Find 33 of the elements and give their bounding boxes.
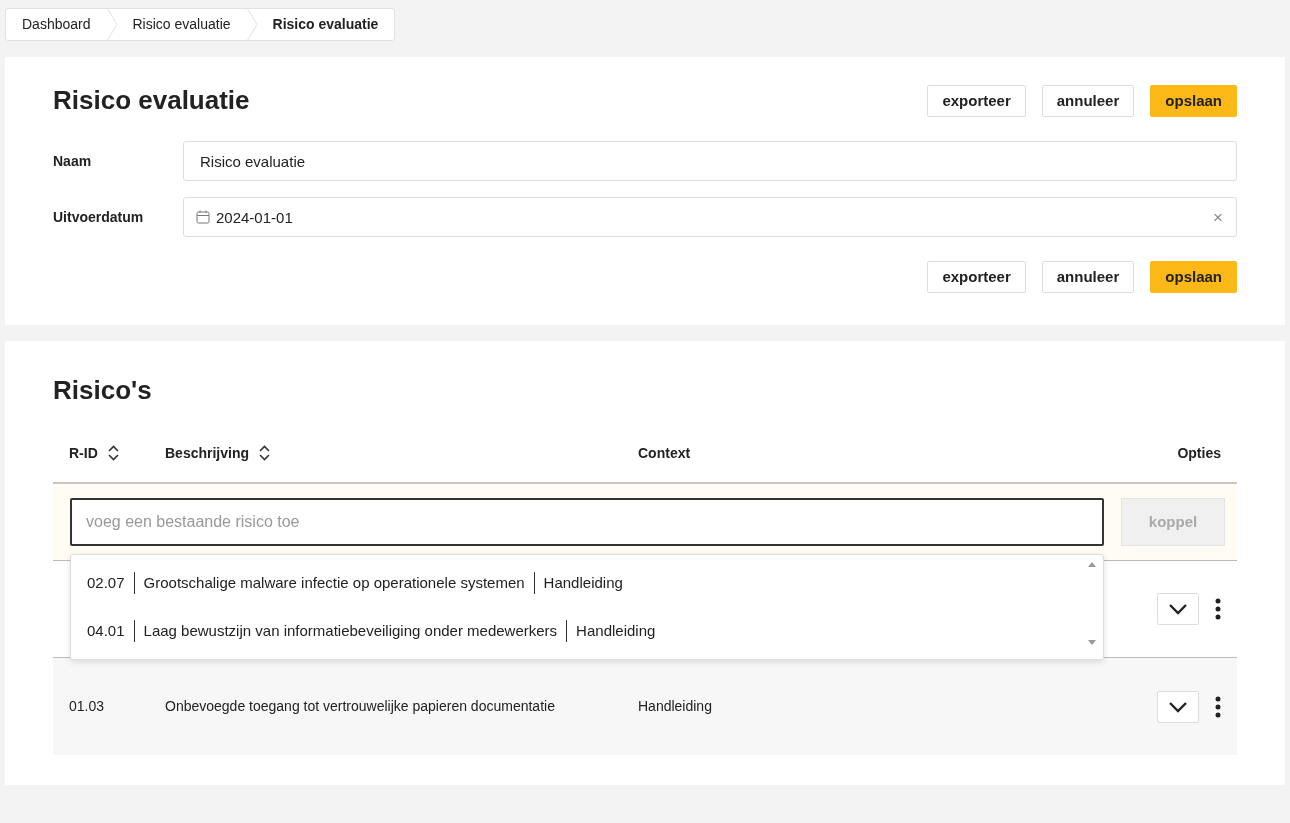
column-header: Context <box>638 443 691 463</box>
action-button[interactable]: annuleer <box>1041 261 1135 293</box>
text-field[interactable]: Risico evaluatie <box>183 141 1237 181</box>
suggestion-item[interactable]: 02.07 Grootschalige malware infectie op operationele systemen Handleiding <box>71 559 1103 608</box>
action-button[interactable]: annuleer <box>1041 85 1135 117</box>
section-title: Risico's <box>53 375 153 407</box>
clear-icon[interactable]: × <box>1213 205 1223 231</box>
field-label: Naam <box>53 152 93 171</box>
save-button[interactable]: opslaan <box>1150 261 1237 293</box>
breadcrumb-link[interactable]: Dashboard <box>6 14 107 35</box>
chevron-down-icon <box>1168 603 1188 616</box>
more-icon[interactable] <box>1215 695 1221 718</box>
field-label: Uitvoerdatum <box>53 208 145 227</box>
chevron-down-icon <box>1168 700 1188 713</box>
more-icon[interactable] <box>1215 598 1221 621</box>
action-button[interactable]: exporteer <box>927 261 1026 293</box>
breadcrumb-link[interactable]: Risico evaluatie <box>256 14 395 35</box>
table-cell-text: Onbevoegde toegang tot vertrouwelijke papieren documentatie <box>165 697 556 717</box>
calendar-icon <box>196 210 210 224</box>
expand-button[interactable] <box>1157 593 1199 626</box>
sort-icon[interactable] <box>107 445 119 462</box>
table-cell-text: 01.03 <box>69 697 106 717</box>
save-button[interactable]: opslaan <box>1150 85 1237 117</box>
page-title: Risico evaluatie <box>53 85 250 117</box>
breadcrumb-link[interactable]: Risico evaluatie <box>116 14 247 35</box>
suggestion-item[interactable]: 04.01 Laag bewustzijn van informatiebeveiliging onder medewerkers Handleiding <box>71 607 1103 656</box>
expand-button[interactable] <box>1157 690 1199 723</box>
column-header: Beschrijving <box>165 443 250 463</box>
sort-icon[interactable] <box>259 445 271 462</box>
action-button[interactable]: exporteer <box>927 85 1026 117</box>
column-header: R-ID <box>69 443 98 463</box>
table-cell-text: Handleiding <box>638 697 713 717</box>
column-header: Opties <box>1177 443 1221 463</box>
